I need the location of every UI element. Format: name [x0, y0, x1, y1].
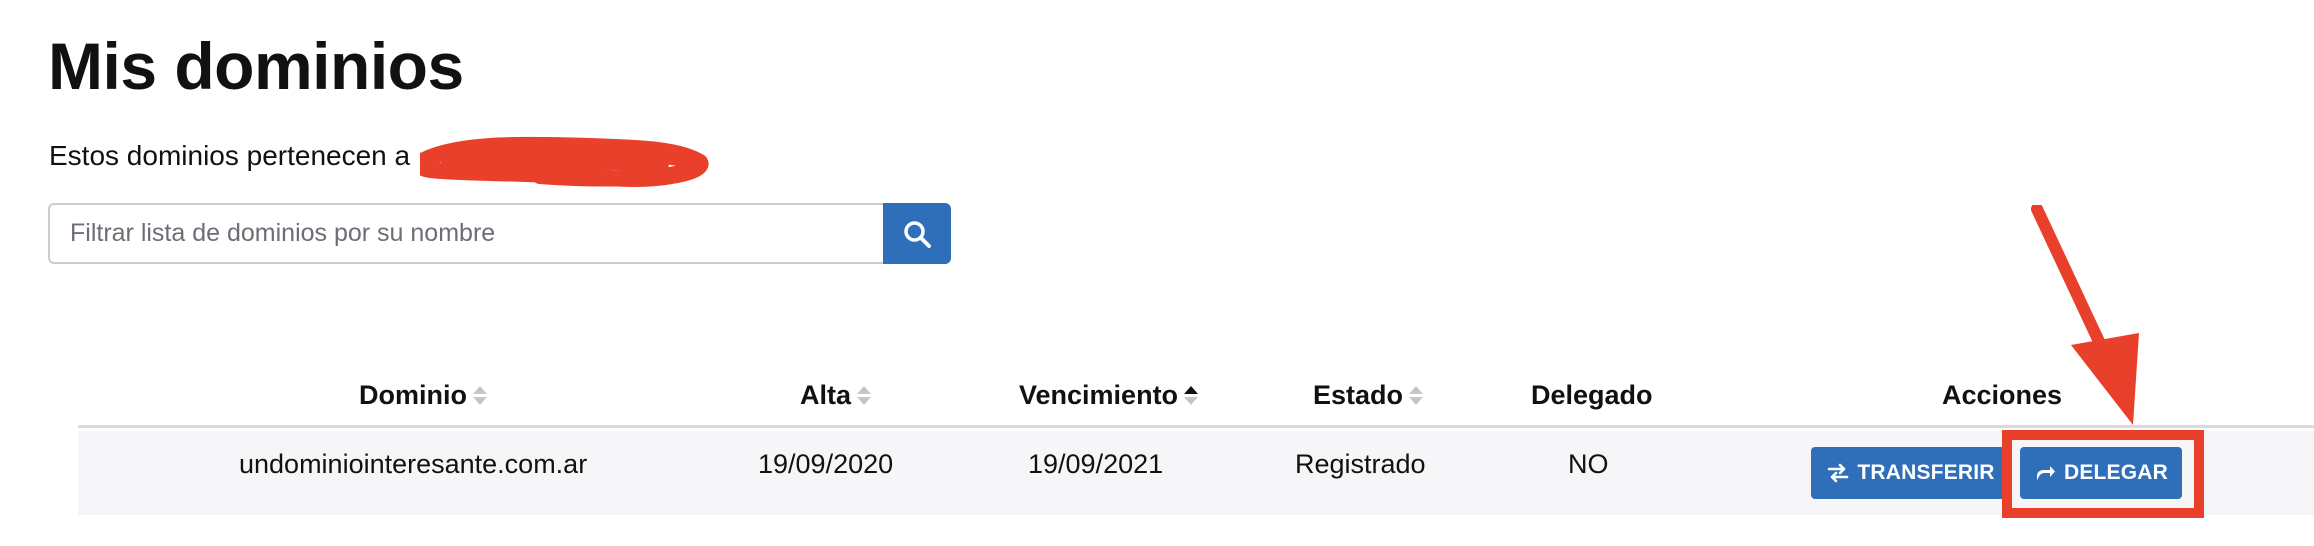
column-header-estado[interactable]: Estado	[1313, 380, 1424, 411]
cell-dominio: undominiointeresante.com.ar	[239, 449, 588, 479]
sort-icon	[473, 386, 487, 405]
domain-search	[48, 203, 951, 264]
sort-ascending-icon	[1184, 386, 1199, 405]
column-header-dominio[interactable]: Dominio	[359, 380, 487, 411]
table-header: Dominio Alta Vencimiento Estado Delegado…	[78, 372, 2314, 428]
search-input[interactable]	[48, 203, 883, 264]
cell-vencimiento: 19/09/2021	[1028, 449, 1164, 479]
domain-owner-text: Estos dominios pertenecen a	[49, 140, 411, 171]
cell-alta: 19/09/2020	[758, 449, 894, 479]
sort-icon	[1409, 386, 1424, 405]
annotation-arrow-icon	[2031, 205, 2139, 425]
cell-delegado: NO	[1568, 449, 1609, 479]
transfer-button-label: TRANSFERIR	[1857, 461, 1995, 484]
search-icon	[904, 220, 931, 248]
column-label: Estado	[1313, 380, 1404, 410]
column-header-vencimiento[interactable]: Vencimiento	[1019, 380, 1199, 411]
annotation-highlight-box	[2002, 430, 2204, 518]
transfer-arrows-icon	[1828, 463, 1849, 483]
sort-icon	[857, 386, 872, 405]
search-button[interactable]	[883, 203, 951, 264]
cell-estado: Registrado	[1295, 449, 1426, 479]
column-label: Dominio	[359, 380, 467, 410]
redaction-scribble	[420, 136, 709, 187]
transfer-button[interactable]: TRANSFERIR	[1811, 447, 2011, 499]
page-title: Mis dominios	[48, 29, 464, 103]
column-label: Vencimiento	[1019, 380, 1179, 410]
column-label: Delegado	[1531, 380, 1653, 410]
column-header-alta[interactable]: Alta	[800, 380, 872, 411]
column-label: Alta	[800, 380, 852, 410]
column-header-delegado: Delegado	[1531, 380, 1653, 411]
